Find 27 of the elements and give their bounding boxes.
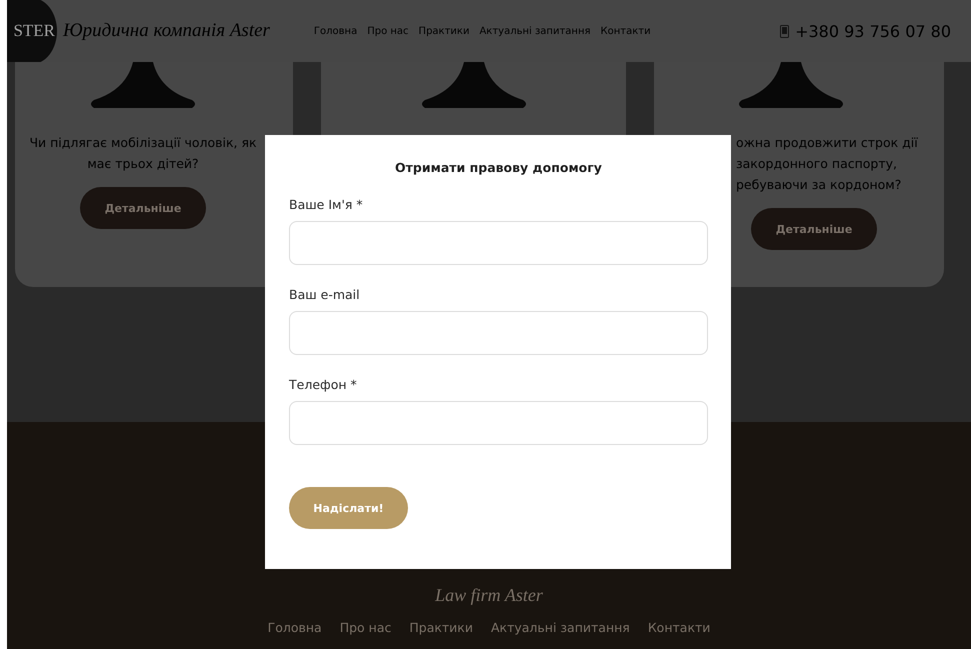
nav-link[interactable]: Актуальні запитання (479, 26, 591, 36)
question-text: ожна продовжити строк дії закордонного паспорту, ребуваючи за кордоном? (736, 134, 918, 194)
details-button[interactable]: Детальніше (80, 187, 206, 229)
footer-nav-link[interactable]: Контакти (648, 620, 710, 635)
input-field[interactable] (289, 221, 708, 265)
question-text: Чи підлягає мобілізації чоловік, як має трьох дітей? (29, 134, 257, 173)
footer-nav-link[interactable]: Головна (268, 620, 322, 635)
modal-title: Отримати правову допомогу (395, 160, 602, 175)
field-label: Ваш e-mail (289, 287, 360, 302)
field-label: Телефон * (289, 377, 357, 392)
site-title: Юридична компанія Aster (63, 20, 270, 42)
details-button[interactable]: Детальніше (751, 208, 877, 250)
footer-nav-link[interactable]: Про нас (340, 620, 392, 635)
footer-brand: Law firm Aster (435, 585, 543, 606)
nav-link[interactable]: Про нас (367, 26, 409, 36)
footer-nav-link[interactable]: Практики (409, 620, 473, 635)
input-field[interactable] (289, 401, 708, 445)
phone-number[interactable]: +380 93 756 07 80 (795, 22, 951, 40)
phone-icon (780, 24, 790, 38)
input-field[interactable] (289, 311, 708, 355)
nav-link[interactable]: Головна (314, 26, 358, 36)
field-label: Ваше Ім'я * (289, 197, 363, 212)
footer-nav-link[interactable]: Актуальні запитання (490, 620, 630, 635)
nav-link[interactable]: Контакти (600, 26, 651, 36)
logo[interactable]: STER (7, 0, 57, 64)
submit-button[interactable]: Надіслати! (289, 487, 408, 529)
nav-link[interactable]: Практики (418, 26, 470, 36)
